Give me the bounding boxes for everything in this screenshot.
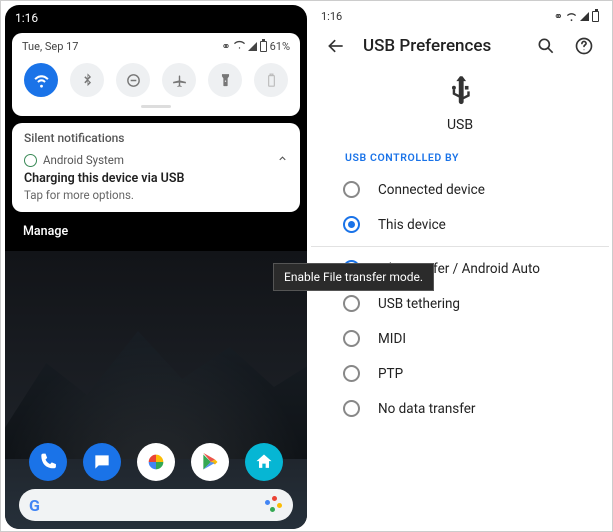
notification-title[interactable]: Charging this device via USB — [24, 171, 288, 186]
app-home[interactable] — [245, 443, 283, 481]
usb-hero-label: USB — [311, 117, 609, 133]
page-title: USB Preferences — [363, 36, 519, 56]
help-button[interactable] — [573, 35, 595, 57]
section-controlled-by: USB CONTROLLED BY — [311, 139, 609, 172]
search-button[interactable] — [535, 35, 557, 57]
battery-icon — [260, 41, 267, 52]
app-messages[interactable] — [83, 443, 121, 481]
app-photos[interactable] — [137, 443, 175, 481]
clock-left: 1:16 — [15, 11, 38, 25]
quick-settings-row — [22, 63, 290, 101]
statusbar-right: 1:16 ⚭ — [311, 5, 609, 25]
qs-wifi[interactable] — [24, 63, 58, 97]
dock — [5, 443, 307, 481]
wifi-icon — [234, 39, 245, 53]
usb-hero: USB — [311, 63, 609, 139]
silent-header: Silent notifications — [24, 131, 288, 145]
battery-pct: 61% — [270, 40, 290, 53]
radio-option[interactable]: This device — [311, 207, 609, 242]
shade-status-icons: ⚭ 61% — [221, 39, 290, 53]
signal-icon — [248, 42, 257, 51]
assistant-icon[interactable] — [265, 496, 283, 514]
android-system-icon — [24, 154, 37, 167]
radio-icon — [343, 365, 360, 382]
search-bar[interactable]: G — [19, 489, 293, 521]
radio-option[interactable]: MIDI — [311, 321, 609, 356]
qs-battery[interactable] — [254, 63, 288, 97]
divider — [311, 246, 609, 247]
radio-icon — [343, 400, 360, 417]
shade-date: Tue, Sep 17 — [22, 40, 78, 53]
silent-notifications-card: Silent notifications Android System Char… — [12, 123, 300, 212]
signal-icon — [580, 12, 589, 21]
radio-option[interactable]: Connected device — [311, 172, 609, 207]
radio-label: No data transfer — [378, 401, 476, 417]
wallpaper: G — [5, 251, 307, 529]
collapse-icon[interactable] — [277, 153, 288, 167]
app-play-store[interactable] — [191, 443, 229, 481]
radio-option[interactable]: No data transfer — [311, 391, 609, 426]
clock-right: 1:16 — [321, 10, 342, 23]
notification-header[interactable]: Android System — [24, 153, 288, 167]
radio-option[interactable]: USB tethering — [311, 286, 609, 321]
wallpaper-mountain — [5, 299, 307, 459]
battery-icon — [592, 11, 599, 22]
radio-label: Connected device — [378, 182, 485, 198]
left-screenshot: 1:16 Tue, Sep 17 ⚭ 61% Silent no — [5, 5, 307, 529]
notification-app: Android System — [43, 153, 124, 167]
app-phone[interactable] — [29, 443, 67, 481]
radio-label: PTP — [378, 366, 403, 382]
qs-bluetooth[interactable] — [70, 63, 104, 97]
link-icon: ⚭ — [221, 40, 230, 53]
tooltip: Enable File transfer mode. — [273, 263, 434, 291]
shade-handle[interactable] — [141, 105, 171, 108]
qs-airplane[interactable] — [162, 63, 196, 97]
wifi-icon — [566, 11, 577, 22]
radio-icon — [343, 216, 360, 233]
usb-icon — [445, 75, 475, 109]
qs-dnd[interactable] — [116, 63, 150, 97]
link-icon: ⚭ — [554, 10, 563, 23]
manage-button[interactable]: Manage — [5, 212, 307, 239]
radio-icon — [343, 181, 360, 198]
radio-icon — [343, 295, 360, 312]
radio-label: This device — [378, 217, 446, 233]
google-logo: G — [29, 496, 40, 515]
radio-label: USB tethering — [378, 296, 460, 312]
radio-icon — [343, 330, 360, 347]
statusbar-left: 1:16 — [5, 5, 307, 27]
back-button[interactable] — [325, 35, 347, 57]
qs-flashlight[interactable] — [208, 63, 242, 97]
radio-label: MIDI — [378, 331, 406, 347]
quick-settings-panel: Tue, Sep 17 ⚭ 61% — [12, 33, 300, 116]
header: USB Preferences — [311, 25, 609, 63]
notification-subtext[interactable]: Tap for more options. — [24, 188, 288, 202]
radio-option[interactable]: PTP — [311, 356, 609, 391]
